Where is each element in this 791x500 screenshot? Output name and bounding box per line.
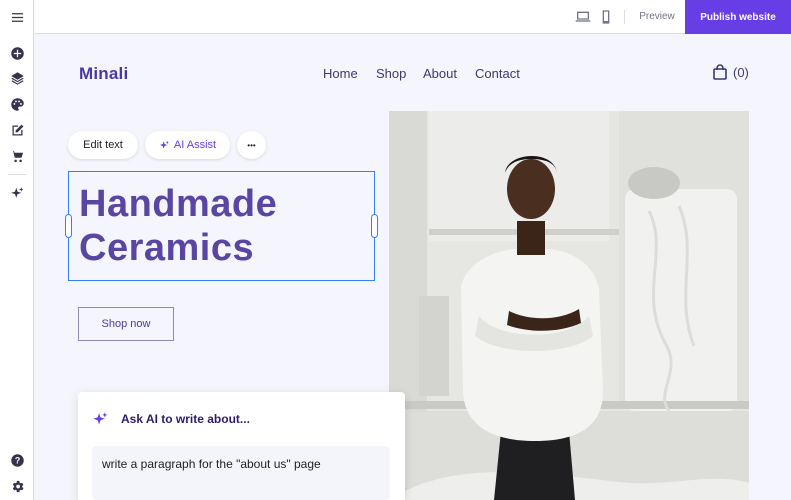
svg-text:?: ?	[14, 455, 19, 465]
resize-handle-right[interactable]	[371, 214, 378, 238]
nav-link-shop[interactable]: Shop	[376, 66, 406, 81]
ai-assist-button[interactable]: AI Assist	[145, 131, 230, 159]
top-bar: Preview Publish website	[35, 0, 791, 34]
sparkle-icon	[159, 140, 169, 149]
more-options-button[interactable]: •••	[237, 131, 266, 159]
sidebar-divider	[8, 174, 26, 175]
publish-website-button[interactable]: Publish website	[685, 0, 791, 34]
resize-handle-left[interactable]	[65, 214, 72, 238]
layers-icon[interactable]	[8, 69, 26, 87]
ai-write-panel: Ask AI to write about... write a paragra…	[78, 392, 405, 500]
site-logo[interactable]: Minali	[79, 64, 128, 84]
hero-image[interactable]	[389, 111, 749, 500]
ai-sparkle-icon	[92, 411, 109, 428]
cart-icon[interactable]	[8, 147, 26, 165]
settings-icon[interactable]	[8, 477, 26, 495]
palette-icon[interactable]	[8, 95, 26, 113]
mobile-icon[interactable]	[598, 9, 614, 25]
hero-heading[interactable]: Handmade Ceramics	[79, 182, 369, 270]
woman-in-ceramics-studio-image	[389, 111, 749, 500]
menu-icon[interactable]	[8, 8, 26, 26]
hero-heading-line-2: Ceramics	[79, 227, 255, 269]
nav-link-about[interactable]: About	[423, 66, 457, 81]
help-icon[interactable]: ?	[8, 451, 26, 469]
nav-link-home[interactable]: Home	[323, 66, 358, 81]
preview-button[interactable]: Preview	[637, 10, 677, 24]
add-icon[interactable]	[8, 44, 26, 62]
nav-link-contact[interactable]: Contact	[475, 66, 520, 81]
selected-heading-box[interactable]: Handmade Ceramics	[65, 171, 378, 281]
cart-button[interactable]: (0)	[713, 64, 749, 80]
shop-now-button[interactable]: Shop now	[78, 307, 174, 341]
cart-count: (0)	[733, 64, 749, 80]
ai-panel-title: Ask AI to write about...	[121, 412, 250, 426]
ai-prompt-input[interactable]: write a paragraph for the "about us" pag…	[92, 446, 390, 500]
ai-sparkle-icon[interactable]	[8, 184, 26, 202]
hero-heading-line-1: Handmade	[79, 183, 278, 225]
ai-assist-label: AI Assist	[173, 139, 217, 151]
edit-icon[interactable]	[8, 121, 26, 139]
topbar-divider	[624, 10, 625, 24]
desktop-icon[interactable]	[575, 9, 591, 25]
left-sidebar: ?	[0, 0, 34, 500]
edit-text-button[interactable]: Edit text	[68, 131, 138, 159]
shopping-bag-icon	[713, 64, 727, 80]
